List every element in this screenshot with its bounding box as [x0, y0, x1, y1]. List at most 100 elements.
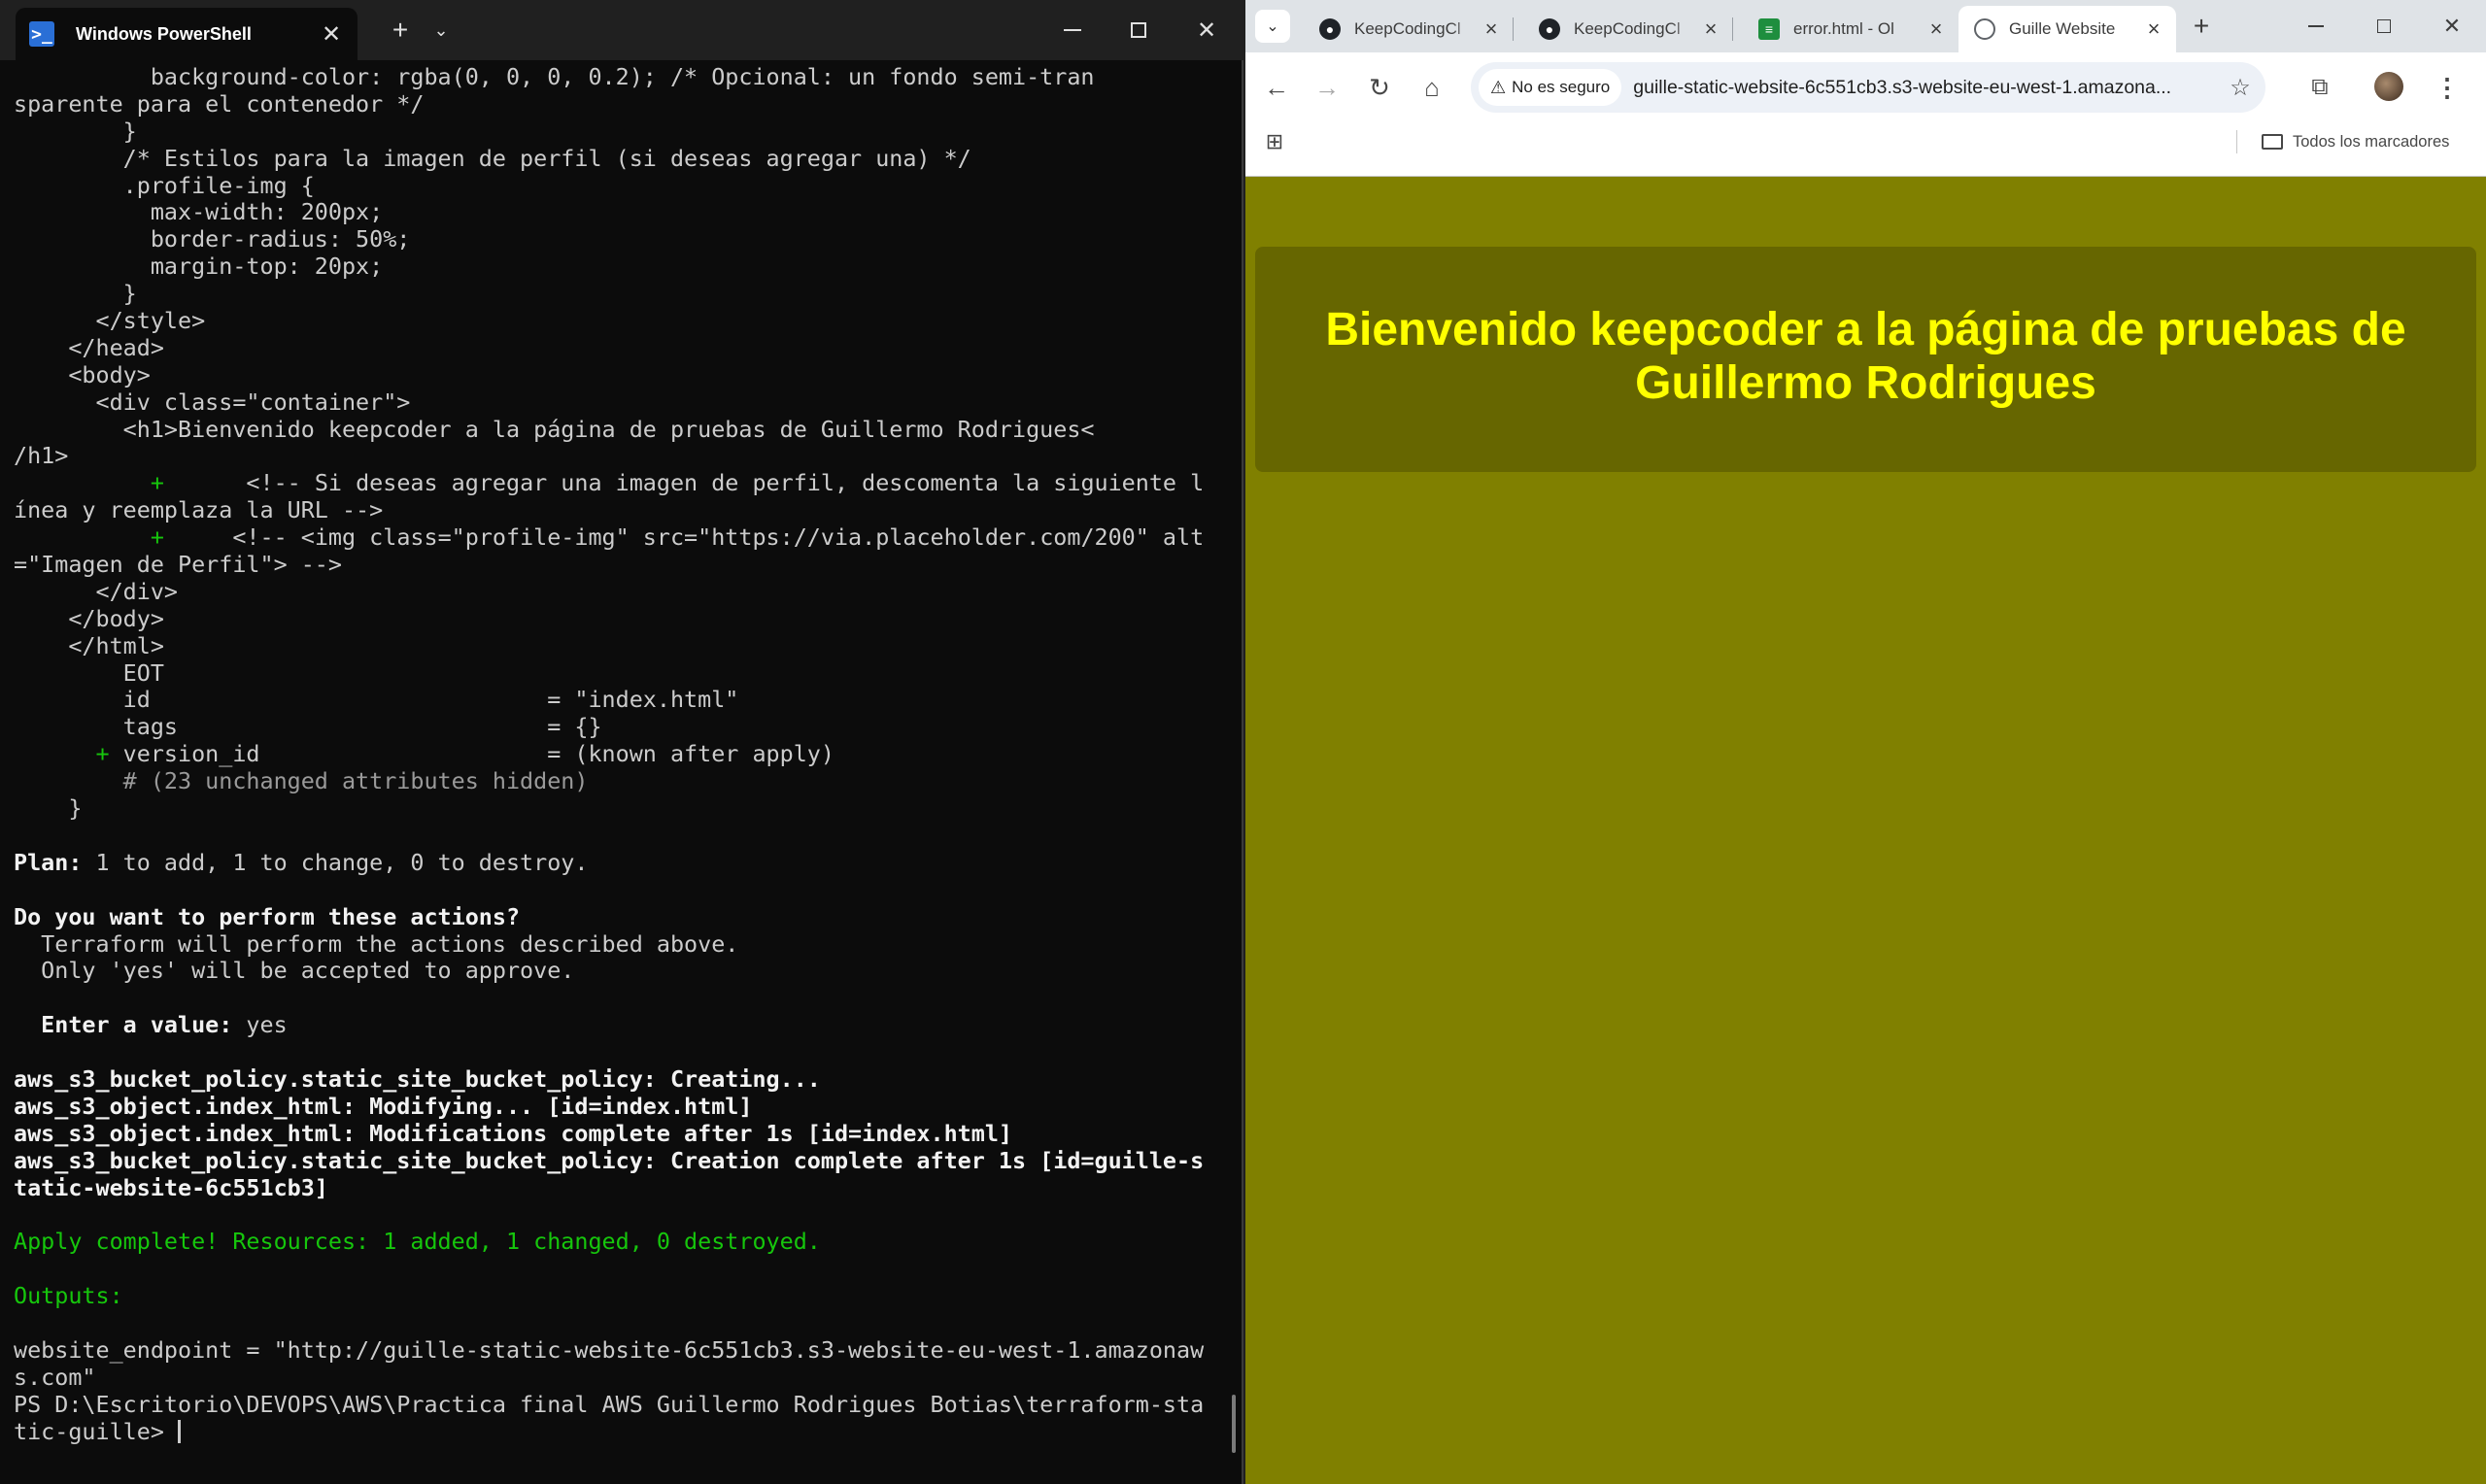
page-heading: Bienvenido keepcoder a la página de prue… [1325, 304, 2406, 409]
all-bookmarks-label: Todos los marcadores [2293, 132, 2450, 151]
terminal-line: </head> [14, 333, 164, 361]
home-icon[interactable]: ⌂ [1413, 68, 1451, 107]
terminal-line: tic-guille> [14, 1418, 1224, 1446]
globe-icon [1974, 18, 1995, 40]
close-window-button[interactable]: ✕ [2431, 8, 2473, 45]
terminal-line: margin-top: 20px; [14, 253, 384, 281]
close-tab-icon[interactable]: × [2141, 17, 2166, 42]
warning-icon: ⚠ [1490, 77, 1507, 97]
chevron-down-icon[interactable]: ⌄ [422, 12, 460, 49]
github-icon: ● [1539, 18, 1560, 40]
terminal-line: website_endpoint = "http://guille-static… [14, 1335, 1205, 1364]
powershell-icon: >_ [29, 21, 54, 47]
more-menu-icon[interactable]: ⋮ [2433, 70, 2462, 105]
terminal-line: tatic-website-6c551cb3] [14, 1173, 328, 1201]
terminal-line: border-radius: 50%; [14, 225, 411, 253]
folder-icon [2262, 134, 2283, 150]
terminal-line: /h1> [14, 442, 69, 470]
terminal-line: + <!-- <img class="profile-img" src="htt… [150, 523, 1205, 552]
address-bar[interactable]: ⚠ No es seguro guille-static-website-6c5… [1471, 62, 2265, 113]
close-tab-icon[interactable]: × [1924, 17, 1949, 42]
maximize-button[interactable] [2363, 8, 2405, 45]
terminal-output[interactable]: background-color: rgba(0, 0, 0, 0.2); /*… [14, 64, 1224, 1463]
profile-avatar[interactable] [2374, 72, 2403, 101]
tab-search-chevron-icon[interactable]: ⌄ [1255, 10, 1290, 43]
terminal-line: s.com" [14, 1363, 96, 1391]
terminal-line: /* Estilos para la imagen de perfil (si … [14, 144, 971, 172]
terminal-line: ="Imagen de Perfil"> --> [14, 551, 342, 579]
apps-grid-icon[interactable]: ⊞ [1263, 129, 1286, 153]
browser-toolbar: ← → ↻ ⌂ ⚠ No es seguro guille-static-web… [1245, 52, 2486, 177]
terminal-line: .profile-img { [14, 171, 315, 199]
terminal-scrollbar[interactable] [1232, 1395, 1236, 1453]
browser-tab-1[interactable]: ● KeepCodingCl × [1304, 6, 1514, 52]
terminal-line: <h1>Bienvenido keepcoder a la página de … [14, 415, 1095, 443]
terminal-line: PS D:\Escritorio\DEVOPS\AWS\Practica fin… [14, 1390, 1205, 1418]
terminal-line: Terraform will perform the actions descr… [14, 929, 739, 958]
maximize-button[interactable] [1117, 12, 1160, 49]
terminal-line: tags = {} [14, 713, 602, 741]
minimize-button[interactable] [2295, 8, 2337, 45]
url-text[interactable]: guille-static-website-6c551cb3.s3-websit… [1633, 77, 2221, 99]
browser-tab-title: KeepCodingCl [1574, 19, 1681, 38]
powershell-tab-title: Windows PowerShell [76, 23, 252, 44]
terminal-line: sparente para el contenedor */ [14, 89, 425, 118]
terminal-line: </div> [14, 577, 178, 605]
terminal-line: aws_s3_object.index_html: Modifying... [… [14, 1092, 753, 1120]
terminal-line: aws_s3_bucket_policy.static_site_bucket_… [14, 1064, 821, 1093]
page-viewport: Bienvenido keepcoder a la página de prue… [1245, 177, 2486, 1484]
terminal-line: <body> [14, 360, 151, 388]
close-tab-icon[interactable]: × [1698, 17, 1723, 42]
terminal-line: </html> [14, 631, 164, 659]
powershell-window: >_ Windows PowerShell ✕ + ⌄ ✕ background… [0, 0, 1243, 1484]
page-container: Bienvenido keepcoder a la página de prue… [1255, 247, 2476, 472]
browser-tab-title: KeepCodingCl [1354, 19, 1461, 38]
terminal-line: Enter a value: yes [14, 1011, 288, 1039]
extensions-puzzle-icon[interactable]: ⧉ [2302, 70, 2337, 105]
terminal-line: ínea y reemplaza la URL --> [14, 496, 384, 524]
close-tab-icon[interactable]: × [1479, 17, 1504, 42]
terminal-line: + version_id = (known after apply) [95, 740, 834, 768]
minimize-button[interactable] [1051, 12, 1094, 49]
browser-tabstrip: ⌄ ● KeepCodingCl × ● KeepCodingCl × ≡ er… [1245, 0, 2486, 52]
terminal-line: </style> [14, 307, 206, 335]
terminal-line: id = "index.html" [14, 686, 739, 714]
document-icon: ≡ [1758, 18, 1780, 40]
browser-tab-active[interactable]: Guille Website × [1958, 6, 2176, 52]
terminal-line: Outputs: [14, 1282, 123, 1310]
terminal-line: </body> [14, 604, 164, 632]
browser-tab-2[interactable]: ● KeepCodingCl × [1523, 6, 1733, 52]
terminal-line: <div class="container"> [14, 388, 411, 416]
close-window-button[interactable]: ✕ [1185, 12, 1228, 49]
powershell-titlebar: >_ Windows PowerShell ✕ + ⌄ ✕ [0, 0, 1243, 60]
terminal-line: } [14, 794, 83, 823]
reload-icon[interactable]: ↻ [1360, 68, 1399, 107]
powershell-tab[interactable]: >_ Windows PowerShell ✕ [16, 8, 358, 60]
close-tab-icon[interactable]: ✕ [317, 19, 346, 49]
terminal-line: Do you want to perform these actions? [14, 902, 521, 930]
new-tab-button[interactable]: + [2184, 10, 2219, 43]
bookmark-star-icon[interactable]: ☆ [2221, 74, 2260, 102]
back-arrow-icon[interactable]: ← [1257, 68, 1296, 107]
security-chip[interactable]: ⚠ No es seguro [1479, 69, 1622, 106]
terminal-line: # (23 unchanged attributes hidden) [14, 767, 589, 795]
browser-tab-3[interactable]: ≡ error.html - Ol × [1743, 6, 1958, 52]
terminal-line: Plan: 1 to add, 1 to change, 0 to destro… [14, 848, 589, 876]
all-bookmarks-button[interactable]: Todos los marcadores [2262, 126, 2449, 157]
security-label: No es seguro [1512, 78, 1611, 96]
forward-arrow-icon[interactable]: → [1308, 68, 1346, 107]
browser-window: ⌄ ● KeepCodingCl × ● KeepCodingCl × ≡ er… [1245, 0, 2486, 1484]
browser-tab-title: error.html - Ol [1793, 19, 1894, 38]
terminal-line: aws_s3_object.index_html: Modifications … [14, 1119, 1013, 1147]
terminal-line: background-color: rgba(0, 0, 0, 0.2); /*… [14, 64, 1095, 90]
new-tab-button[interactable]: + [381, 12, 420, 49]
terminal-line: } [14, 117, 137, 145]
terminal-line: + <!-- Si deseas agregar una imagen de p… [150, 469, 1205, 497]
github-icon: ● [1319, 18, 1341, 40]
